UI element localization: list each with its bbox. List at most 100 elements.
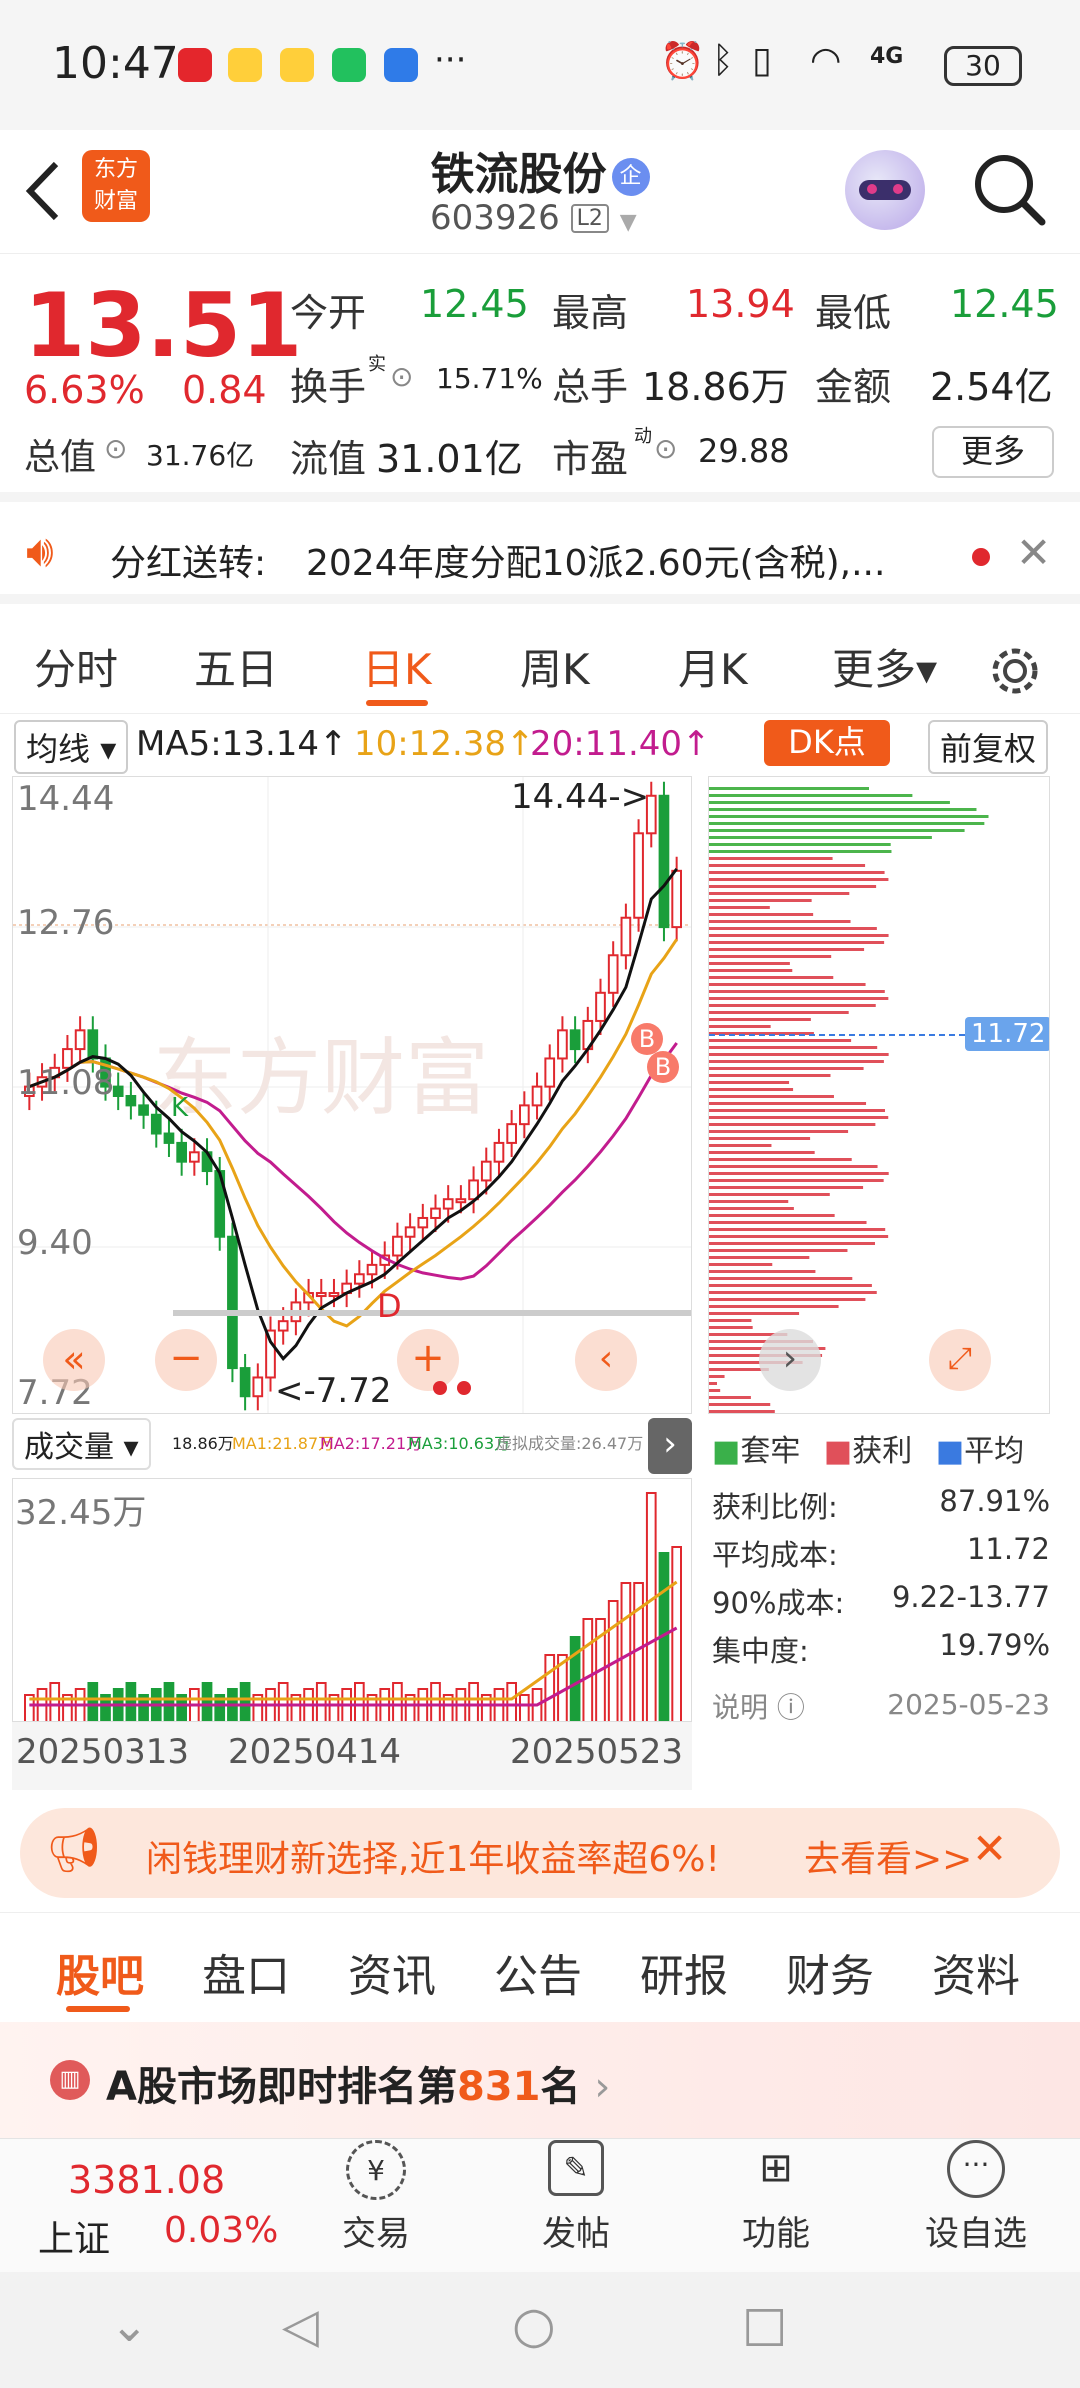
rank-chart-icon: ▥	[50, 2060, 90, 2100]
chip-bar	[709, 843, 891, 846]
stock-name: 铁流股份	[430, 149, 607, 200]
ma-selector[interactable]: 均线 ▾	[14, 720, 129, 774]
kline-chart[interactable]: 东方财富 14.44 12.76 11.08 9.40 7.72 14.44->…	[12, 776, 692, 1414]
functions-button[interactable]: ⊞ 功能	[706, 2140, 846, 2255]
low-label: 最低	[815, 291, 892, 335]
ma-selector-label: 均线	[26, 730, 91, 768]
tab-financials[interactable]: 财务	[786, 1940, 874, 2004]
chip-bar	[709, 983, 866, 986]
chip-help[interactable]: 说明 ⓘ	[712, 1686, 805, 1726]
close-icon[interactable]: ✕	[1016, 528, 1051, 577]
chip-bar	[709, 801, 950, 804]
rank-suffix: 名	[540, 2064, 581, 2110]
chip-bar	[709, 1081, 790, 1084]
candle-body	[442, 1198, 454, 1210]
search-icon[interactable]	[972, 152, 1048, 228]
tab-weekly-k[interactable]: 周K	[520, 636, 590, 697]
wechat-icon	[332, 48, 366, 82]
tab-profile[interactable]: 资料	[932, 1940, 1020, 2004]
info-circle-icon: ⓘ	[776, 1691, 805, 1724]
tab-intraday[interactable]: 分时	[34, 636, 118, 697]
scroll-left-fast-icon[interactable]: «	[43, 1329, 105, 1391]
candle-body	[112, 1085, 124, 1097]
tab-orderbook[interactable]: 盘口	[202, 1940, 290, 2004]
chip-bar	[709, 1074, 831, 1077]
chip-bar	[709, 871, 885, 874]
volume-bar	[277, 1682, 289, 1721]
scroll-left-icon[interactable]: ‹	[575, 1329, 637, 1391]
chip-bar	[709, 864, 866, 867]
ma10-value: 10:12.38↑	[354, 724, 535, 764]
nav-recents-icon[interactable]: □	[742, 2296, 787, 2352]
nav-collapse-icon[interactable]: ⌄	[110, 2298, 149, 2352]
signal-dot	[457, 1381, 471, 1395]
info-icon[interactable]: ⊙	[104, 432, 127, 465]
expand-icon[interactable]: ⤢	[929, 1329, 991, 1391]
candle-body	[595, 991, 606, 1022]
functions-label: 功能	[742, 2214, 810, 2254]
robot-assistant-avatar[interactable]	[845, 150, 925, 230]
grid-icon: ⊞	[759, 2145, 793, 2191]
promo-link[interactable]: 去看看>>	[804, 1830, 972, 1882]
tab-forum[interactable]: 股吧	[56, 1940, 144, 2004]
post-button[interactable]: ✎ 发帖	[506, 2140, 646, 2255]
add-watchlist-button[interactable]: ··· 设自选	[906, 2140, 1046, 2255]
chip-bar	[709, 1256, 810, 1259]
nav-back-icon[interactable]: ◁	[282, 2298, 319, 2354]
zoom-out-icon[interactable]: −	[155, 1329, 217, 1391]
volume-bar	[201, 1682, 213, 1721]
market-rank-banner[interactable]: ▥ A股市场即时排名第831名 ›	[0, 2022, 1080, 2138]
speaker-icon: 🔊︎	[26, 526, 54, 577]
volume-bar	[430, 1682, 441, 1721]
ma-bar: 均线 ▾ MA5:13.14↑ 10:12.38↑ 20:11.40↑ DK点 …	[0, 716, 1080, 774]
chip-bars-svg	[709, 787, 1049, 1413]
chip-bar	[709, 1095, 834, 1098]
expand-panel-icon[interactable]: ›	[648, 1418, 692, 1474]
chip-bar	[709, 1270, 816, 1273]
alarm-icon: ⏰	[660, 41, 705, 82]
chip-bar	[709, 1172, 889, 1175]
index-change: 0.03%	[164, 2210, 279, 2251]
trade-button[interactable]: ¥ 交易	[306, 2140, 446, 2255]
low-marker: <-7.72	[275, 1371, 392, 1411]
kline-svg: 东方财富	[13, 777, 691, 1413]
dividend-notice[interactable]: 🔊︎ 分红送转: 2024年度分配10派2.60元(含税),... ✕	[0, 512, 1080, 604]
nav-home-icon[interactable]: ○	[512, 2296, 556, 2354]
stock-code-row[interactable]: 603926 L2 ▼	[430, 198, 637, 238]
candle-body	[366, 1263, 378, 1276]
gear-icon[interactable]	[988, 644, 1042, 698]
volume-selector[interactable]: 成交量 ▾	[12, 1418, 151, 1470]
low-value: 12.45	[950, 282, 1059, 326]
index-ticker[interactable]: 3381.08 上证 0.03%	[0, 2148, 278, 2268]
tab-research[interactable]: 研报	[640, 1940, 728, 2004]
chip-bar	[709, 892, 850, 895]
candle-body	[455, 1198, 467, 1204]
chip-bar	[709, 1039, 852, 1042]
promo-close-icon[interactable]: ✕	[972, 1824, 1007, 1873]
volume-bar	[163, 1682, 175, 1721]
dk-point-button[interactable]: DK点	[764, 720, 890, 766]
chip-prev-icon[interactable]: ›	[759, 1329, 821, 1391]
tab-news[interactable]: 资讯	[348, 1940, 436, 2004]
candle-body	[557, 1029, 568, 1060]
tab-five-day[interactable]: 五日	[194, 636, 278, 697]
candle-body	[239, 1367, 251, 1398]
adjust-button[interactable]: 前复权	[928, 720, 1049, 774]
info-icon[interactable]: ⊙	[654, 432, 677, 465]
rank-text: A股市场即时排名第831名 ›	[106, 2054, 610, 2112]
info-icon[interactable]: ⊙	[390, 360, 413, 393]
candle-body	[531, 1085, 543, 1107]
tab-more[interactable]: 更多▾	[832, 636, 937, 697]
chip-bar	[709, 941, 885, 944]
mktcap-label: 总值	[24, 437, 97, 478]
more-button[interactable]: 更多	[932, 426, 1054, 478]
tab-daily-k[interactable]: 日K	[362, 636, 432, 697]
promo-banner[interactable]: 📢︎ 闲钱理财新选择,近1年收益率超6%! 去看看>> ✕	[20, 1808, 1060, 1898]
tab-monthly-k[interactable]: 月K	[678, 636, 748, 697]
rank-prefix: A股市场即时排名第	[106, 2064, 457, 2110]
vibrate-icon: ▯	[752, 40, 772, 81]
tab-announcements[interactable]: 公告	[494, 1940, 582, 2004]
signal-dot	[433, 1381, 447, 1395]
zoom-in-icon[interactable]: +	[397, 1329, 459, 1391]
volume-bar	[582, 1618, 594, 1721]
